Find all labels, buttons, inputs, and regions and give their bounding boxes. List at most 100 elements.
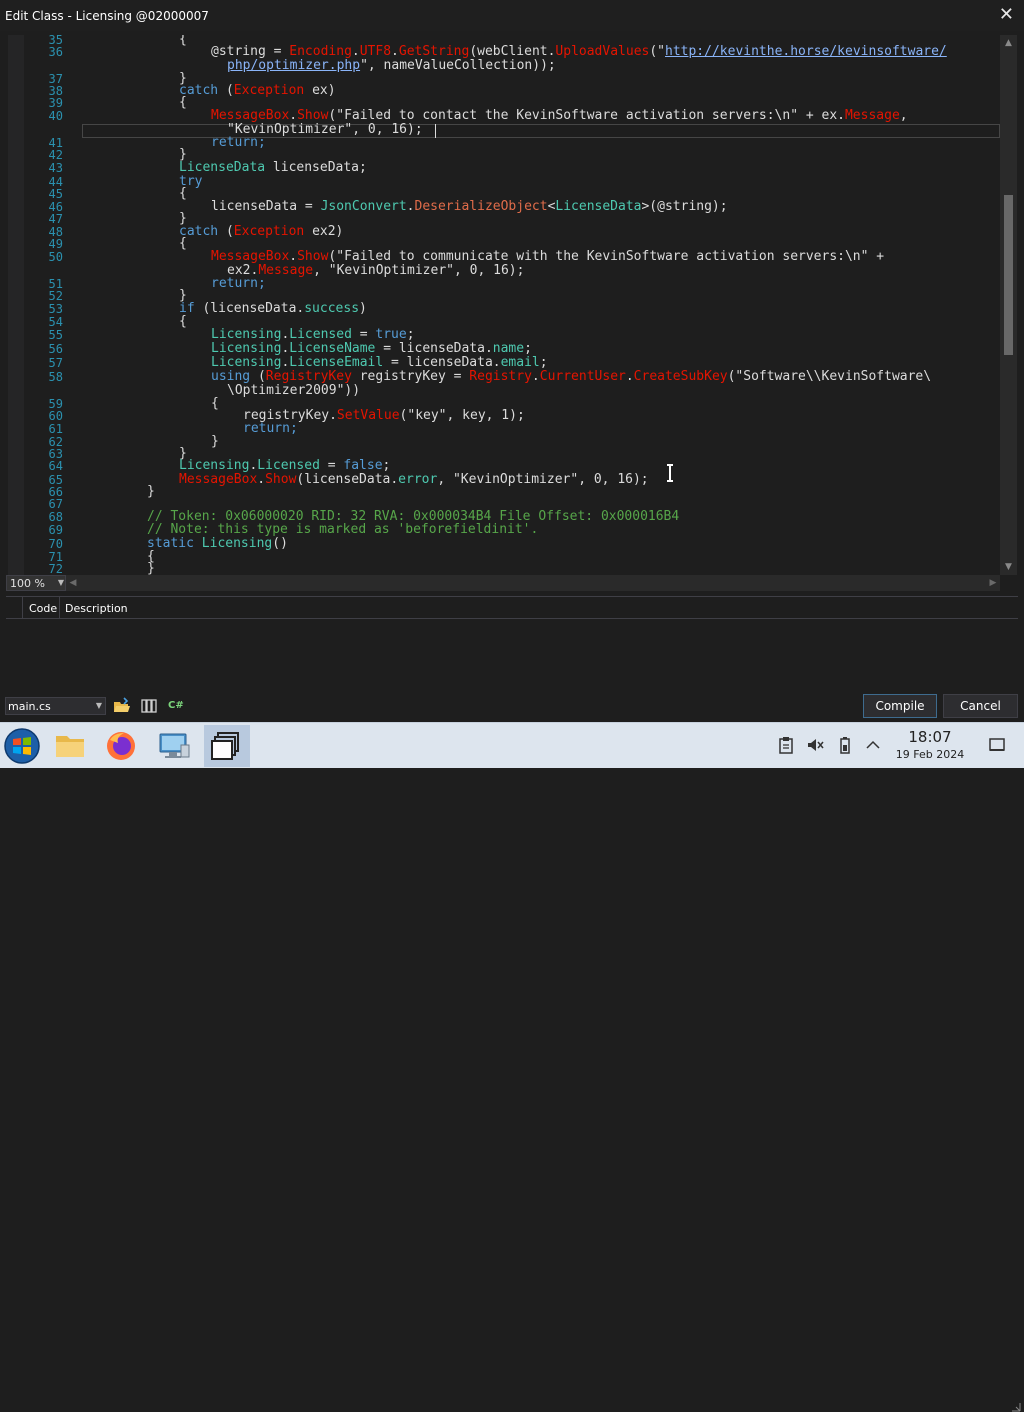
code-line: { — [179, 314, 187, 329]
notifications-icon[interactable] — [988, 736, 1006, 754]
code-line: licenseData = JsonConvert.DeserializeObj… — [211, 199, 728, 214]
error-list-header: Code Description — [6, 597, 1018, 619]
line-number: 47 — [48, 212, 63, 226]
code-line: catch (Exception ex) — [179, 83, 336, 98]
code-line: Licensing.Licensed = false; — [179, 458, 391, 473]
code-line: return; — [243, 421, 298, 436]
cancel-button[interactable]: Cancel — [943, 694, 1018, 718]
computer-network-icon — [159, 733, 190, 758]
line-number: 61 — [48, 422, 63, 436]
code-editor[interactable]: 35 36 37 38 39 40 41 42 43 44 45 46 47 4… — [8, 35, 1017, 576]
code-line: { — [211, 396, 219, 411]
line-number: 64 — [48, 459, 63, 473]
line-number: 49 — [48, 237, 63, 251]
code-line: Licensing.LicenseEmail = licenseData.ema… — [211, 355, 548, 370]
code-line: { — [179, 35, 187, 47]
scroll-right-icon[interactable]: ▶ — [986, 575, 1000, 591]
open-folder-icon[interactable] — [113, 697, 131, 715]
code-line: return; — [211, 276, 266, 291]
code-line: } — [211, 434, 219, 449]
scroll-up-icon[interactable]: ▲ — [1000, 35, 1017, 51]
clock-time[interactable]: 18:07 — [895, 728, 965, 746]
column-header-code[interactable]: Code — [29, 602, 57, 615]
code-line: { — [179, 95, 187, 110]
close-icon[interactable]: ✕ — [999, 4, 1014, 26]
taskbar-dnspy[interactable] — [204, 725, 250, 767]
dialog-footer: main.cs ▼ C# Compile Cancel — [0, 690, 1024, 1412]
battery-icon[interactable] — [836, 736, 854, 754]
window-title: Edit Class - Licensing @02000007 — [5, 9, 209, 23]
line-number: 42 — [48, 148, 63, 162]
line-number: 69 — [48, 523, 63, 537]
text-caret — [435, 124, 436, 138]
line-number: 50 — [48, 250, 63, 264]
line-number: 40 — [48, 109, 63, 123]
firefox-icon — [107, 732, 135, 760]
code-line: // Note: this type is marked as 'beforef… — [147, 522, 539, 537]
code-line: Licensing.Licensed = true; — [211, 327, 415, 342]
clipboard-icon[interactable] — [777, 736, 795, 754]
file-select[interactable]: main.cs ▼ — [5, 697, 106, 715]
code-line: { — [179, 186, 187, 201]
code-line: return; — [211, 135, 266, 150]
line-number: 60 — [48, 409, 63, 423]
windows-stack-icon — [211, 732, 239, 760]
taskbar-network-app[interactable] — [151, 725, 197, 767]
chevron-down-icon: ▼ — [57, 578, 64, 587]
taskbar-file-explorer[interactable] — [47, 725, 93, 767]
column-separator — [22, 597, 23, 618]
folder-icon — [56, 736, 84, 757]
line-number: 70 — [48, 537, 63, 551]
line-number: 67 — [48, 497, 63, 511]
taskbar: 18:07 19 Feb 2024 — [0, 722, 1024, 768]
clock-date[interactable]: 19 Feb 2024 — [890, 748, 970, 761]
ibeam-cursor-icon — [667, 464, 673, 482]
line-number: 55 — [48, 328, 63, 342]
scroll-thumb[interactable] — [1004, 195, 1013, 355]
code-line: @string = Encoding.UTF8.GetString(webCli… — [211, 44, 947, 59]
code-line: Licensing.LicenseName = licenseData.name… — [211, 341, 532, 356]
column-separator — [59, 597, 60, 618]
start-button-icon[interactable] — [3, 727, 41, 765]
code-line: LicenseData licenseData; — [179, 160, 367, 175]
code-line: } — [147, 484, 155, 499]
line-number: 54 — [48, 315, 63, 329]
zoom-select[interactable]: 100 % ▼ — [6, 575, 66, 591]
code-line: ex2.Message, "KevinOptimizer", 0, 16); — [227, 263, 525, 278]
horizontal-scrollbar[interactable]: ◀ ▶ — [66, 575, 1000, 591]
volume-muted-icon[interactable] — [806, 736, 824, 754]
url-link: http://kevinthe.horse/kevinsoftware/ — [665, 44, 947, 59]
code-line: MessageBox.Show(licenseData.error, "Kevi… — [179, 472, 649, 487]
code-line: MessageBox.Show("Failed to communicate w… — [211, 249, 885, 264]
line-number: 43 — [48, 161, 63, 175]
code-line: { — [179, 236, 187, 251]
title-bar: Edit Class - Licensing @02000007 ✕ — [0, 0, 1024, 31]
code-line: static Licensing() — [147, 536, 288, 551]
line-number: 45 — [48, 187, 63, 201]
line-number: 57 — [48, 356, 63, 370]
assembly-references-icon[interactable] — [140, 697, 158, 715]
line-number: 56 — [48, 342, 63, 356]
zoom-value: 100 % — [10, 577, 45, 590]
chevron-up-icon[interactable] — [864, 736, 882, 754]
line-number: 52 — [48, 289, 63, 303]
resize-grip-icon[interactable] — [1010, 1402, 1022, 1412]
vertical-scrollbar[interactable]: ▲ ▼ — [1000, 35, 1017, 575]
line-number: 58 — [48, 370, 63, 384]
chevron-down-icon: ▼ — [95, 701, 102, 710]
compile-button[interactable]: Compile — [863, 694, 937, 718]
code-line: using (RegistryKey registryKey = Registr… — [211, 369, 932, 384]
code-line: MessageBox.Show("Failed to contact the K… — [211, 108, 908, 123]
code-line: php/optimizer.php", nameValueCollection)… — [227, 58, 556, 73]
scroll-down-icon[interactable]: ▼ — [1000, 559, 1017, 575]
csharp-icon[interactable]: C# — [168, 697, 186, 715]
file-select-value: main.cs — [8, 700, 51, 713]
line-number: 53 — [48, 302, 63, 316]
taskbar-firefox[interactable] — [98, 725, 144, 767]
error-list: Code Description — [6, 596, 1018, 686]
line-number: 68 — [48, 510, 63, 524]
column-header-description[interactable]: Description — [65, 602, 128, 615]
code-line: catch (Exception ex2) — [179, 224, 344, 239]
code-line: if (licenseData.success) — [179, 301, 367, 316]
scroll-left-icon[interactable]: ◀ — [66, 575, 80, 591]
